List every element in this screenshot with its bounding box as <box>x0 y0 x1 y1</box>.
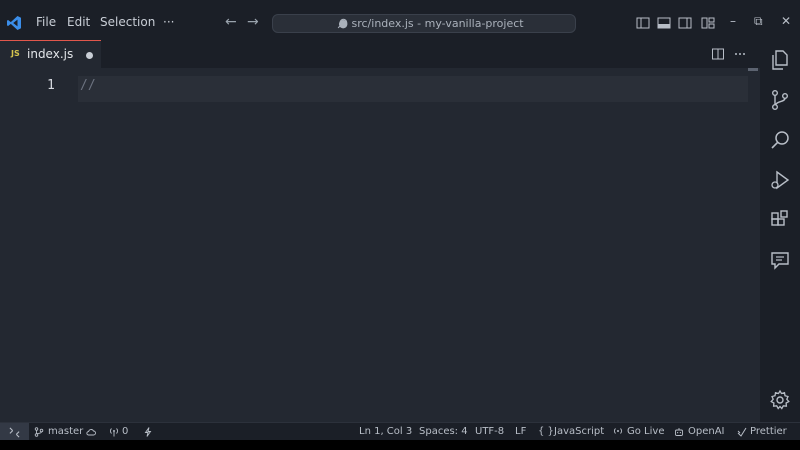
unsaved-dot-icon[interactable] <box>86 52 93 59</box>
explorer-icon[interactable] <box>768 48 792 72</box>
tab-label: index.js <box>27 47 74 61</box>
line-ending[interactable]: LF <box>515 426 526 437</box>
menu-edit[interactable]: Edit <box>67 15 90 29</box>
js-file-icon: JS <box>11 49 20 58</box>
settings-gear-icon[interactable] <box>768 388 792 412</box>
vscode-logo-icon[interactable] <box>6 15 22 31</box>
sync-cloud-icon[interactable] <box>86 427 96 437</box>
prettier-status[interactable]: Prettier <box>750 426 787 437</box>
indentation[interactable]: Spaces: 4 <box>419 426 468 437</box>
scrollbar-marker[interactable] <box>748 68 758 71</box>
bottom-edge <box>0 440 800 450</box>
braces-icon: { } <box>538 426 554 437</box>
forward-arrow-icon[interactable]: → <box>247 14 259 30</box>
back-arrow-icon[interactable]: ← <box>225 14 237 30</box>
tab-bar: JS index.js <box>0 40 760 68</box>
tab-index-js[interactable]: JS index.js <box>0 40 101 68</box>
more-actions-icon[interactable] <box>733 47 747 61</box>
status-bar: master 0 Ln 1, Col 3 Spaces: 4 UTF-8 LF … <box>0 422 800 441</box>
minimize-button[interactable]: – <box>730 14 736 28</box>
toggle-primary-sidebar-icon[interactable] <box>636 16 650 30</box>
menu-selection[interactable]: Selection <box>100 15 155 29</box>
go-live-icon <box>614 428 622 434</box>
close-button[interactable]: ✕ <box>781 14 791 28</box>
toggle-panel-icon[interactable] <box>657 16 671 30</box>
prettier-icon <box>737 427 747 437</box>
customize-layout-icon[interactable] <box>701 16 715 30</box>
search-icon[interactable] <box>768 128 792 152</box>
branch-icon <box>34 427 44 437</box>
encoding[interactable]: UTF-8 <box>475 426 504 437</box>
extensions-icon[interactable] <box>768 208 792 232</box>
remote-icon <box>9 427 20 438</box>
command-center-text: ● src/index.js - my-vanilla-project <box>338 17 524 30</box>
chat-icon[interactable] <box>768 248 792 272</box>
split-editor-icon[interactable] <box>711 47 725 61</box>
vscode-window: File Edit Selection ··· ← → ● src/index.… <box>0 0 800 450</box>
go-live-button[interactable]: Go Live <box>627 426 664 437</box>
language-mode[interactable]: JavaScript <box>554 426 604 437</box>
editor-area[interactable]: 1 // <box>0 68 760 422</box>
restore-button[interactable]: ⧉ <box>754 14 763 29</box>
openai-status[interactable]: OpenAI <box>688 426 725 437</box>
cursor-position[interactable]: Ln 1, Col 3 <box>359 426 412 437</box>
problems-count[interactable]: 0 <box>122 426 128 437</box>
broadcast-icon <box>110 428 118 437</box>
line-number: 1 <box>47 78 55 93</box>
menu-file[interactable]: File <box>36 15 56 29</box>
openai-icon <box>675 428 683 436</box>
title-bar: File Edit Selection ··· ← → ● src/index.… <box>0 0 800 40</box>
branch-label[interactable]: master <box>48 426 83 437</box>
source-control-icon[interactable] <box>768 88 792 112</box>
toggle-secondary-sidebar-icon[interactable] <box>678 16 692 30</box>
remote-indicator[interactable] <box>0 423 29 441</box>
menu-more[interactable]: ··· <box>163 15 174 29</box>
run-debug-icon[interactable] <box>768 168 792 192</box>
command-center[interactable]: ● src/index.js - my-vanilla-project <box>272 14 576 33</box>
current-line-highlight <box>78 76 748 102</box>
lightning-icon[interactable] <box>143 427 153 437</box>
activity-bar <box>760 40 800 422</box>
code-line[interactable]: // <box>80 78 96 93</box>
